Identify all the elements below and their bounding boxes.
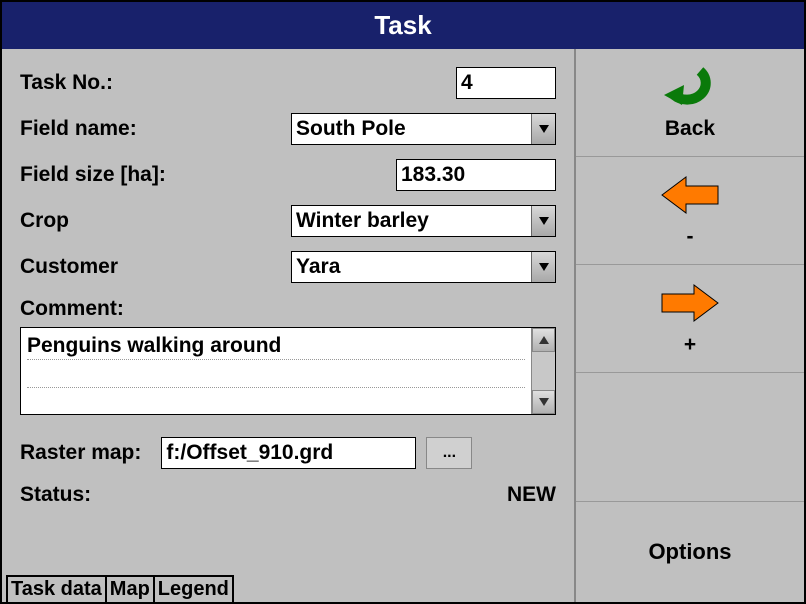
comment-line-2 <box>27 360 525 388</box>
status-value: NEW <box>507 483 556 507</box>
back-arrow-icon <box>662 65 718 115</box>
chevron-down-icon[interactable] <box>531 252 555 282</box>
row-task-no: Task No.: <box>20 67 556 99</box>
comment-textarea[interactable]: Penguins walking around <box>21 328 531 414</box>
comment-box: Penguins walking around <box>20 327 556 415</box>
comment-label: Comment: <box>20 297 124 321</box>
sidebar-spacer <box>576 373 804 502</box>
crop-label: Crop <box>20 209 69 233</box>
scroll-track[interactable] <box>532 352 555 390</box>
row-raster: Raster map: ... <box>20 437 556 469</box>
task-no-label: Task No.: <box>20 71 113 95</box>
tab-map[interactable]: Map <box>105 575 155 602</box>
tab-legend[interactable]: Legend <box>153 575 234 602</box>
arrow-right-icon <box>660 281 720 331</box>
status-label: Status: <box>20 483 91 507</box>
field-size-input[interactable] <box>396 159 556 191</box>
row-comment-label: Comment: <box>20 297 556 321</box>
scroll-down-icon[interactable] <box>532 390 555 414</box>
window-title: Task <box>2 2 804 49</box>
task-window: Task Task No.: Field name: South Pole <box>0 0 806 604</box>
comment-line-1: Penguins walking around <box>27 332 525 360</box>
customer-combo[interactable]: Yara <box>291 251 556 283</box>
prev-label: - <box>687 225 694 249</box>
main-panel: Task No.: Field name: South Pole F <box>2 49 574 602</box>
prev-button[interactable]: - <box>576 157 804 265</box>
chevron-down-icon[interactable] <box>531 114 555 144</box>
arrow-left-icon <box>660 173 720 223</box>
chevron-down-icon[interactable] <box>531 206 555 236</box>
comment-scrollbar[interactable] <box>531 328 555 414</box>
scroll-up-icon[interactable] <box>532 328 555 352</box>
task-no-input[interactable] <box>456 67 556 99</box>
field-name-value: South Pole <box>292 114 531 144</box>
row-customer: Customer Yara <box>20 251 556 283</box>
tab-task-data[interactable]: Task data <box>6 575 107 602</box>
field-size-label: Field size [ha]: <box>20 163 166 187</box>
customer-label: Customer <box>20 255 118 279</box>
raster-input[interactable] <box>161 437 416 469</box>
row-field-name: Field name: South Pole <box>20 113 556 145</box>
customer-value: Yara <box>292 252 531 282</box>
row-field-size: Field size [ha]: <box>20 159 556 191</box>
window-body: Task No.: Field name: South Pole F <box>2 49 804 602</box>
field-name-label: Field name: <box>20 117 137 141</box>
options-button[interactable]: Options <box>576 502 804 602</box>
browse-button[interactable]: ... <box>426 437 472 469</box>
back-label: Back <box>665 117 715 141</box>
next-button[interactable]: + <box>576 265 804 373</box>
form-area: Task No.: Field name: South Pole F <box>2 49 574 575</box>
raster-label: Raster map: <box>20 441 141 465</box>
crop-value: Winter barley <box>292 206 531 236</box>
field-name-combo[interactable]: South Pole <box>291 113 556 145</box>
sidebar: Back - + Options <box>574 49 804 602</box>
back-button[interactable]: Back <box>576 49 804 157</box>
tab-bar: Task data Map Legend <box>2 575 574 602</box>
crop-combo[interactable]: Winter barley <box>291 205 556 237</box>
next-label: + <box>684 333 696 357</box>
row-crop: Crop Winter barley <box>20 205 556 237</box>
row-status: Status: NEW <box>20 483 556 507</box>
